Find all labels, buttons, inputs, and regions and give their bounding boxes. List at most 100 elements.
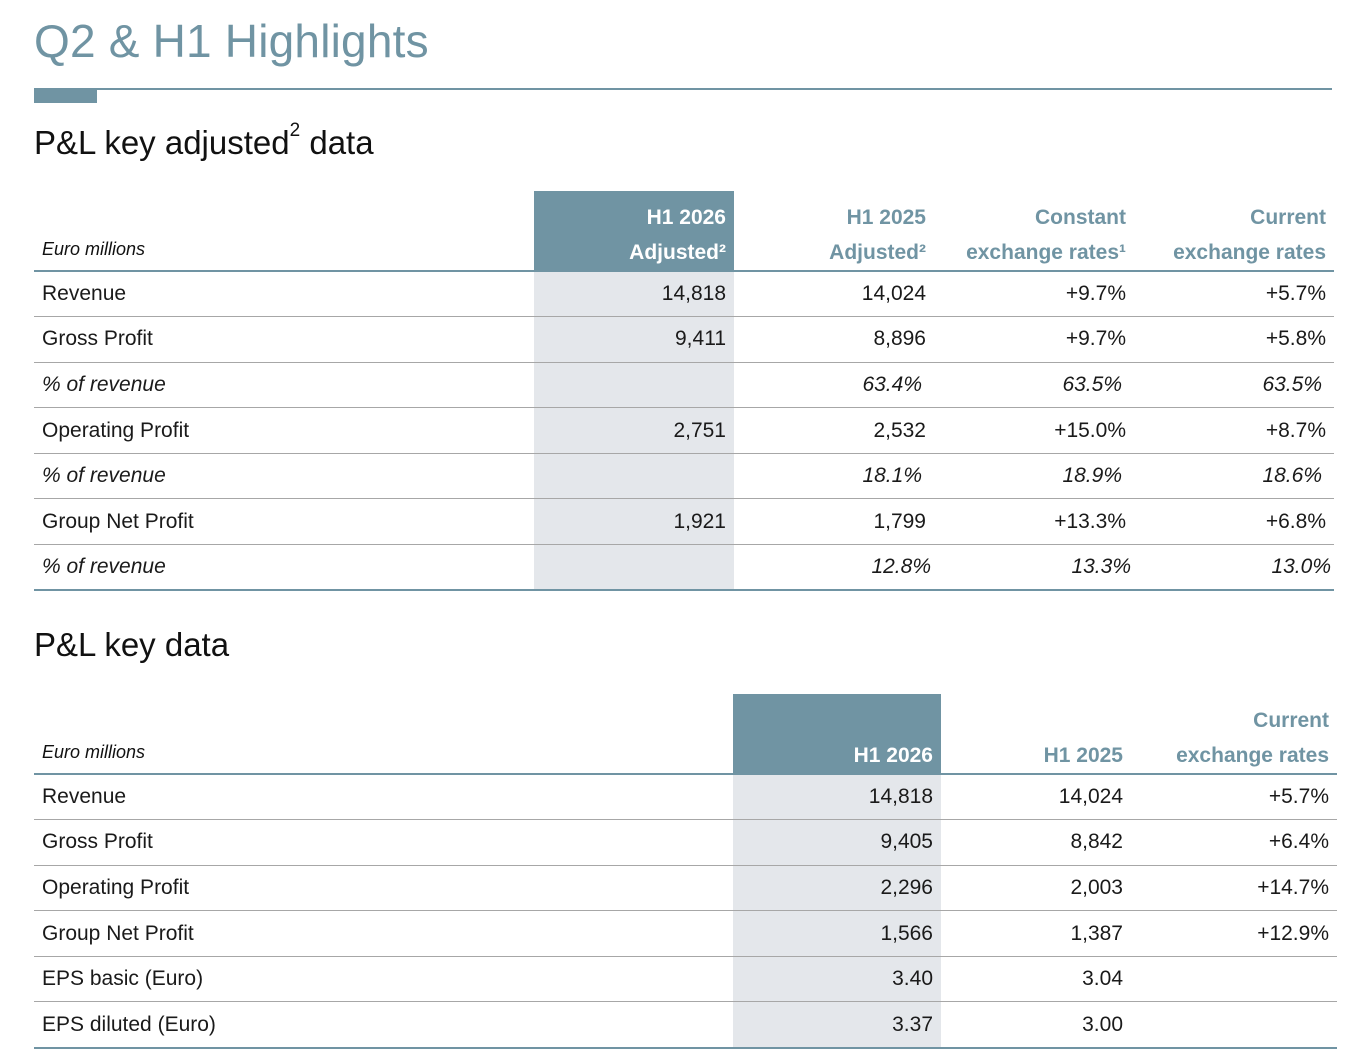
- column-header-line: exchange rates¹: [966, 241, 1126, 264]
- table-row: Revenue 14,818 14,024 +9.7% +5.7%: [34, 271, 1334, 317]
- title-rule-accent: [34, 88, 97, 103]
- column-header-line: Adjusted²: [829, 241, 926, 264]
- column-header-line: Adjusted²: [629, 241, 726, 264]
- table-cell: 63.5%: [1262, 372, 1322, 396]
- table-cell: 14,024: [861, 282, 926, 306]
- table-cell: [534, 362, 734, 408]
- column-header-line: Current: [1250, 206, 1326, 229]
- column-header-line: H1 2026: [646, 206, 726, 229]
- row-label: % of revenue: [42, 555, 166, 579]
- table-row: % of revenue 18.1% 18.9% 18.6%: [34, 453, 1334, 499]
- table-cell: 1,921: [534, 498, 734, 545]
- table-cell: +6.4%: [1268, 830, 1329, 854]
- table-row: EPS basic (Euro) 3.40 3.04: [34, 956, 1337, 1002]
- table-cell: 13.3%: [1071, 555, 1131, 579]
- table-cell: 3.04: [1082, 967, 1123, 991]
- key-data-table: Euro millions H1 2026 H1 2025 Current ex…: [34, 694, 1337, 1049]
- table-row: Revenue 14,818 14,024 +5.7%: [34, 774, 1337, 820]
- table-cell: 63.5%: [1062, 372, 1122, 396]
- table-row: Operating Profit 2,296 2,003 +14.7%: [34, 865, 1337, 911]
- table-cell: 18.6%: [1262, 464, 1322, 488]
- table-cell: 2,532: [873, 418, 926, 442]
- table-cell: 2,751: [534, 407, 734, 454]
- table-cell: 14,818: [534, 271, 734, 317]
- row-label: EPS diluted (Euro): [42, 1012, 216, 1036]
- table-cell: 3.00: [1082, 1012, 1123, 1036]
- table-header-row: Euro millions H1 2026 H1 2025 Current ex…: [34, 694, 1337, 774]
- column-header: H1 2025: [941, 694, 1131, 774]
- table-cell: +6.8%: [1265, 509, 1326, 533]
- column-header: Current exchange rates: [1131, 694, 1337, 774]
- table-cell: +5.7%: [1265, 282, 1326, 306]
- table-cell: +8.7%: [1265, 418, 1326, 442]
- table-cell: +15.0%: [1054, 418, 1126, 442]
- table-cell: +12.9%: [1257, 921, 1329, 945]
- table-cell: 3.37: [733, 1001, 941, 1048]
- table-cell: 9,405: [733, 819, 941, 866]
- table-cell: +5.8%: [1265, 327, 1326, 351]
- row-label: Operating Profit: [42, 875, 190, 899]
- title-rule: [34, 88, 1332, 90]
- table-cell: 18.9%: [1062, 464, 1122, 488]
- table-cell: 3.40: [733, 956, 941, 1002]
- table-cell: 13.0%: [1271, 555, 1331, 579]
- table-cell: +9.7%: [1065, 327, 1126, 351]
- column-header-line: H1 2025: [846, 206, 926, 229]
- table-row: Operating Profit 2,751 2,532 +15.0% +8.7…: [34, 407, 1334, 454]
- unit-label: Euro millions: [42, 239, 146, 259]
- table-cell: +5.7%: [1268, 785, 1329, 809]
- table-header-row: Euro millions H1 2026 Adjusted² H1 2025 …: [34, 191, 1334, 271]
- table-cell: +9.7%: [1065, 282, 1126, 306]
- table-cell: 1,387: [1070, 921, 1123, 945]
- column-header: H1 2026 Adjusted²: [534, 191, 734, 271]
- column-header-line: exchange rates: [1176, 744, 1329, 767]
- adjusted-heading-footnote: 2: [289, 120, 301, 141]
- table-cell: 14,818: [733, 774, 941, 820]
- adjusted-section-heading: P&L key adjusted2 data: [34, 120, 374, 162]
- row-label: Group Net Profit: [42, 921, 194, 945]
- table-cell: +13.3%: [1054, 509, 1126, 533]
- table-row: Group Net Profit 1,566 1,387 +12.9%: [34, 910, 1337, 957]
- table-row: % of revenue 63.4% 63.5% 63.5%: [34, 362, 1334, 408]
- table-cell: [534, 544, 734, 591]
- table-cell: [1131, 956, 1337, 1002]
- row-label: EPS basic (Euro): [42, 967, 204, 991]
- unit-label: Euro millions: [42, 742, 146, 762]
- row-label: Group Net Profit: [42, 509, 194, 533]
- table-cell: 1,566: [733, 910, 941, 957]
- column-header-line: Constant: [1035, 206, 1126, 229]
- column-header: Current exchange rates: [1134, 191, 1334, 271]
- row-label: Gross Profit: [42, 327, 153, 351]
- row-label: Revenue: [42, 785, 127, 809]
- row-label: % of revenue: [42, 464, 166, 488]
- column-header-line: exchange rates: [1173, 241, 1326, 264]
- table-row: Group Net Profit 1,921 1,799 +13.3% +6.8…: [34, 498, 1334, 545]
- table-row: Gross Profit 9,405 8,842 +6.4%: [34, 819, 1337, 866]
- column-header: Constant exchange rates¹: [934, 191, 1134, 271]
- row-label: Revenue: [42, 282, 127, 306]
- table-row: EPS diluted (Euro) 3.37 3.00: [34, 1001, 1337, 1048]
- adjusted-heading-suffix: data: [300, 124, 374, 161]
- page-title: Q2 & H1 Highlights: [34, 15, 429, 67]
- row-label: % of revenue: [42, 372, 166, 396]
- table-cell: 9,411: [534, 316, 734, 363]
- table-cell: +14.7%: [1257, 875, 1329, 899]
- table-cell: 8,896: [873, 327, 926, 351]
- table-row: Gross Profit 9,411 8,896 +9.7% +5.8%: [34, 316, 1334, 363]
- table-cell: 2,003: [1070, 875, 1123, 899]
- table-cell: 1,799: [873, 509, 926, 533]
- adjusted-data-table: Euro millions H1 2026 Adjusted² H1 2025 …: [34, 191, 1334, 591]
- table-cell: [1131, 1002, 1337, 1048]
- column-header: H1 2025 Adjusted²: [734, 191, 934, 271]
- row-label: Gross Profit: [42, 830, 153, 854]
- table-cell: [534, 453, 734, 499]
- table-cell: 14,024: [1058, 785, 1123, 809]
- key-section-heading: P&L key data: [34, 626, 230, 663]
- table-cell: 18.1%: [862, 464, 922, 488]
- table-cell: 12.8%: [871, 555, 931, 579]
- adjusted-heading-text: P&L key adjusted: [34, 124, 290, 161]
- table-cell: 2,296: [733, 865, 941, 911]
- table-cell: 63.4%: [862, 372, 922, 396]
- column-header: H1 2026: [733, 694, 941, 774]
- table-cell: 8,842: [1070, 830, 1123, 854]
